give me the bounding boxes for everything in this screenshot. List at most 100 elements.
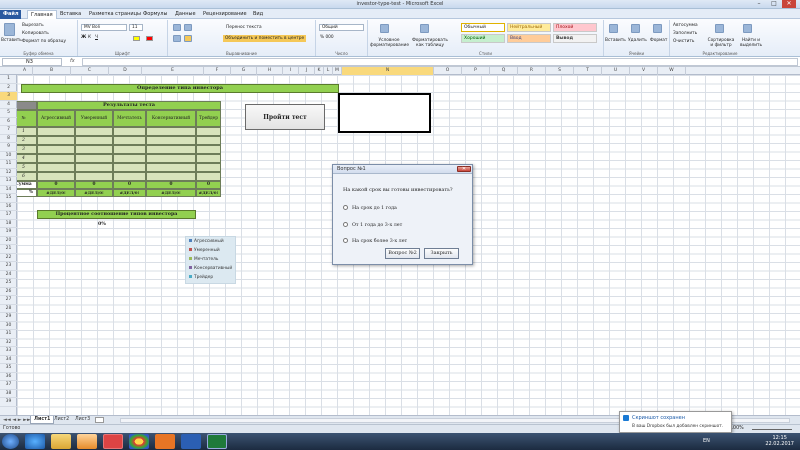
sheet-tab-3[interactable]: Лист3 (72, 416, 93, 424)
selected-cell-outline[interactable] (338, 93, 431, 133)
delete-cells-button[interactable]: Удалить (628, 38, 647, 43)
column-header[interactable]: A (17, 67, 33, 75)
column-header[interactable]: T (574, 67, 602, 75)
font-color-icon[interactable] (146, 36, 153, 41)
percent-cell[interactable]: #ДЕЛ/0! (146, 189, 196, 197)
row-header[interactable]: 19 (0, 228, 17, 237)
chrome-icon[interactable] (129, 434, 149, 449)
row-header[interactable]: 5 (0, 109, 17, 118)
underline-button[interactable]: Ч (95, 35, 98, 40)
row-number-cell[interactable]: 1 (17, 127, 37, 136)
take-test-button[interactable]: Пройти тест (245, 104, 325, 130)
tab-data[interactable]: Данные (172, 10, 199, 19)
table-cell[interactable] (146, 127, 196, 136)
conditional-format-icon[interactable] (380, 24, 389, 33)
close-dialog-button[interactable]: Закрыть (424, 248, 459, 259)
start-button-icon[interactable] (2, 434, 19, 449)
sort-filter-button[interactable]: Сортировка и фильтр (706, 38, 736, 48)
style-output[interactable]: Вывод (553, 34, 597, 43)
row-header[interactable]: 2 (0, 84, 17, 92)
table-cell[interactable] (146, 145, 196, 154)
radio-icon[interactable] (343, 205, 348, 210)
sum-cell[interactable]: 0 (146, 181, 196, 189)
percent-cell[interactable]: #ДЕЛ/0! (37, 189, 75, 197)
column-header[interactable]: O (434, 67, 462, 75)
percent-cell[interactable]: #ДЕЛ/0! (196, 189, 221, 197)
row-header[interactable]: 27 (0, 296, 17, 305)
column-header[interactable]: W (658, 67, 686, 75)
maximize-button[interactable]: □ (767, 0, 781, 8)
word-icon[interactable] (181, 434, 201, 449)
radio-icon[interactable] (343, 222, 348, 227)
row-header[interactable]: 20 (0, 237, 17, 245)
radio-icon[interactable] (343, 238, 348, 243)
style-bad[interactable]: Плохой (553, 23, 597, 32)
find-select-icon[interactable] (743, 24, 752, 33)
fx-icon[interactable]: fx (70, 58, 75, 64)
table-cell[interactable] (146, 136, 196, 145)
row-header[interactable]: 30 (0, 322, 17, 330)
row-number-cell[interactable]: 6 (17, 172, 37, 181)
find-select-button[interactable]: Найти и выделить (736, 38, 766, 48)
row-header[interactable]: 8 (0, 135, 17, 143)
table-cell[interactable] (196, 163, 221, 172)
sheet-nav-icon[interactable]: ◄◄ ◄ ► ►► (3, 417, 31, 423)
style-normal[interactable]: Обычный (461, 23, 505, 32)
table-cell[interactable] (113, 145, 146, 154)
row-header[interactable]: 7 (0, 126, 17, 135)
clock[interactable]: 12:15 22.02.2017 (765, 435, 794, 447)
sum-cell[interactable]: 0 (37, 181, 75, 189)
row-header[interactable]: 3 (0, 92, 17, 101)
tab-page-layout[interactable]: Разметка страницы (86, 10, 144, 19)
sum-cell[interactable]: 0 (113, 181, 146, 189)
number-format-select[interactable]: Общий (319, 24, 364, 31)
close-window-button[interactable]: ✕ (782, 0, 796, 8)
option-2[interactable]: От 1 года до 3-х лет (343, 222, 402, 228)
ie-icon[interactable] (25, 434, 45, 449)
tab-view[interactable]: Вид (250, 10, 266, 19)
italic-button[interactable]: К (88, 35, 91, 40)
conditional-format-button[interactable]: Условное форматирование (370, 38, 409, 48)
percent-cell[interactable]: #ДЕЛ/0! (113, 189, 146, 197)
tab-insert[interactable]: Вставка (57, 10, 84, 19)
row-header[interactable]: 32 (0, 339, 17, 347)
row-header[interactable]: 31 (0, 330, 17, 339)
fill-color-icon[interactable] (133, 36, 140, 41)
column-header[interactable]: F (204, 67, 231, 75)
new-sheet-icon[interactable] (95, 417, 104, 423)
table-cell[interactable] (196, 154, 221, 163)
align-left-icon[interactable] (173, 35, 181, 42)
cut-button[interactable]: Вырезать (22, 23, 44, 28)
column-header[interactable]: L (324, 67, 333, 75)
column-header[interactable]: C (71, 67, 109, 75)
table-cell[interactable] (146, 163, 196, 172)
sum-cell[interactable]: 0 (196, 181, 221, 189)
table-cell[interactable] (75, 136, 113, 145)
explorer-icon[interactable] (51, 434, 71, 449)
row-number-cell[interactable]: 4 (17, 154, 37, 163)
merge-center-button[interactable]: Объединить и поместить в центре (223, 35, 307, 42)
table-cell[interactable] (113, 127, 146, 136)
sort-filter-icon[interactable] (715, 24, 724, 33)
format-cells-icon[interactable] (653, 24, 662, 33)
tab-formulas[interactable]: Формулы (140, 10, 170, 19)
minimize-button[interactable]: – (752, 0, 766, 8)
row-header[interactable]: 17 (0, 211, 17, 220)
column-header[interactable]: M (333, 67, 342, 75)
dialog-close-icon[interactable]: ✕ (457, 166, 471, 172)
row-header[interactable]: 37 (0, 381, 17, 390)
row-header[interactable]: 25 (0, 279, 17, 288)
column-header[interactable]: N (342, 67, 434, 75)
row-header[interactable]: 4 (0, 101, 17, 109)
column-header[interactable]: S (546, 67, 574, 75)
percent-button[interactable]: % 000 (320, 35, 334, 40)
column-header[interactable]: R (518, 67, 546, 75)
format-painter-button[interactable]: Формат по образцу (22, 39, 66, 44)
table-cell[interactable] (113, 136, 146, 145)
align-top-icon[interactable] (173, 24, 181, 31)
row-header[interactable]: 6 (0, 118, 17, 126)
tab-review[interactable]: Рецензирование (200, 10, 250, 19)
paste-icon[interactable] (4, 23, 15, 36)
percent-cell[interactable]: #ДЕЛ/0! (75, 189, 113, 197)
column-header[interactable]: K (315, 67, 324, 75)
